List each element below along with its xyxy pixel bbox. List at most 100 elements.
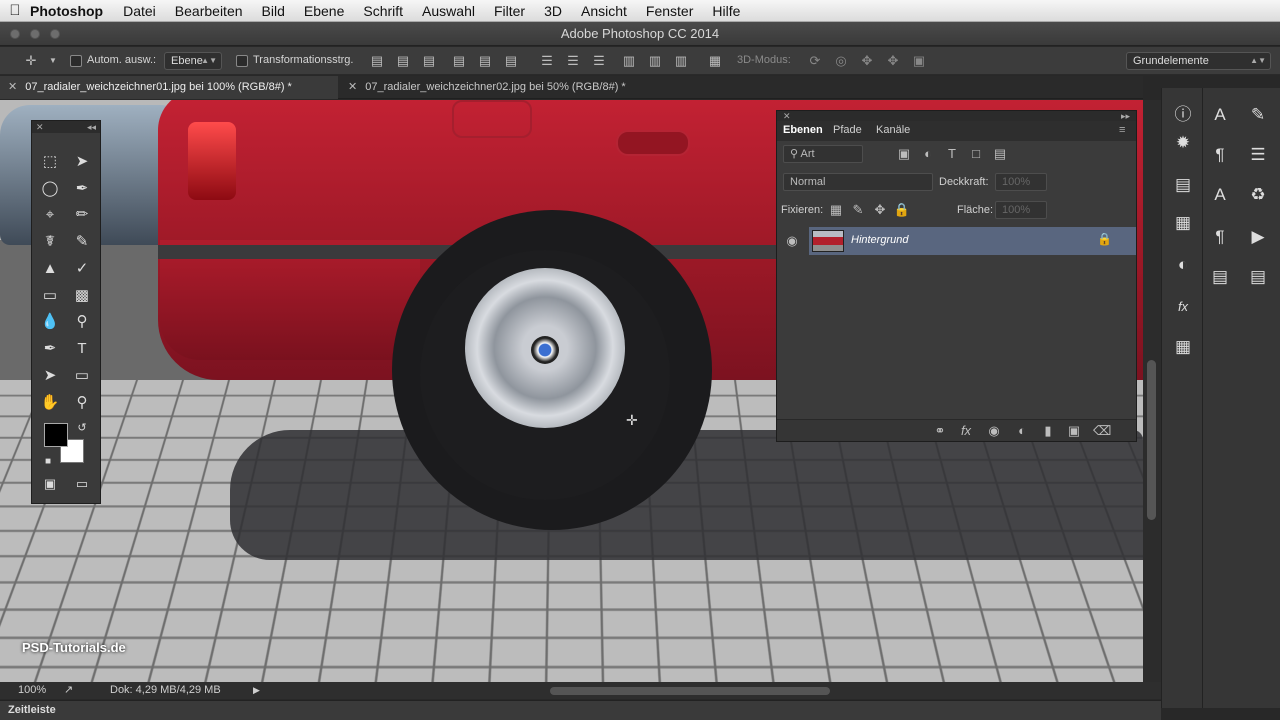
swap-colors-icon[interactable]: ↺ [70, 417, 94, 439]
lasso-tool-icon[interactable]: ◯ [38, 178, 62, 200]
foreground-color-swatch[interactable] [44, 423, 68, 447]
menu-bild[interactable]: Bild [262, 3, 285, 19]
properties-panel-icon[interactable]: ▤ [1207, 264, 1233, 290]
histogram-panel-icon[interactable]: ▤ [1170, 172, 1196, 198]
tab-kanaele[interactable]: Kanäle [876, 124, 910, 136]
auto-align-icon[interactable]: ▦ [706, 52, 724, 70]
filter-adjustment-icon[interactable]: ◐ [919, 145, 937, 163]
move-tool-icon[interactable]: ➤ [70, 151, 94, 173]
align-hcenter-icon[interactable]: ▤ [476, 52, 494, 70]
distribute-right-icon[interactable]: ▥ [672, 52, 690, 70]
new-adjustment-layer-icon[interactable]: ◐ [1013, 422, 1031, 440]
menu-ebene[interactable]: Ebene [304, 3, 344, 19]
timeline-panel-tab[interactable]: Zeitleiste [0, 700, 1161, 720]
panel-menu-icon[interactable]: ≡ [1119, 124, 1125, 136]
fill-input[interactable]: 100% [995, 201, 1047, 219]
quick-mask-icon[interactable]: ▣ [38, 473, 62, 495]
vertical-scrollbar[interactable] [1143, 100, 1161, 682]
paragraph-panel-icon[interactable]: ¶ [1207, 142, 1233, 168]
distribute-vcenter-icon[interactable]: ☰ [564, 52, 582, 70]
color-panel-icon[interactable]: ◐ [1170, 252, 1196, 278]
lock-all-icon[interactable]: 🔒 [893, 201, 911, 219]
distribute-left-icon[interactable]: ▥ [620, 52, 638, 70]
brush-settings-panel-icon[interactable]: ☰ [1245, 142, 1271, 168]
3d-roll-icon[interactable]: ◎ [832, 52, 850, 70]
healing-brush-tool-icon[interactable]: ☤ [38, 231, 62, 253]
align-bottom-icon[interactable]: ▤ [420, 52, 438, 70]
status-menu-arrow-icon[interactable]: ▶ [253, 682, 260, 699]
horizontal-scroll-thumb[interactable] [550, 687, 830, 695]
3d-rotate-icon[interactable]: ⟳ [806, 52, 824, 70]
character-styles-panel-icon[interactable]: A [1207, 182, 1233, 208]
zoom-window-button[interactable] [50, 29, 60, 39]
close-tab-icon[interactable]: ✕ [348, 81, 357, 93]
menu-bearbeiten[interactable]: Bearbeiten [175, 3, 243, 19]
layer-style-icon[interactable]: fx [957, 422, 975, 440]
quick-select-tool-icon[interactable]: ✒ [70, 178, 94, 200]
adjustments-panel-icon[interactable]: ▦ [1170, 210, 1196, 236]
character-panel-icon[interactable]: A [1207, 102, 1233, 128]
minimize-window-button[interactable] [30, 29, 40, 39]
close-tab-icon[interactable]: ✕ [8, 81, 17, 93]
new-group-icon[interactable]: ▮ [1039, 422, 1057, 440]
distribute-top-icon[interactable]: ☰ [538, 52, 556, 70]
new-layer-icon[interactable]: ▣ [1065, 422, 1083, 440]
move-tool-icon[interactable]: ✛ [22, 52, 40, 70]
distribute-bottom-icon[interactable]: ☰ [590, 52, 608, 70]
close-panel-icon[interactable]: ✕ [36, 122, 44, 132]
collapse-panel-icon[interactable]: ▸▸ [1121, 111, 1130, 121]
layers-panel-header[interactable]: ✕ ▸▸ [777, 111, 1136, 121]
menu-fenster[interactable]: Fenster [646, 3, 693, 19]
styles-panel-icon[interactable]: fx [1170, 294, 1196, 320]
zoom-tool-icon[interactable]: ⚲ [70, 392, 94, 414]
menu-schrift[interactable]: Schrift [363, 3, 403, 19]
type-tool-icon[interactable]: T [70, 338, 94, 360]
actions-panel-icon[interactable]: ▶ [1245, 224, 1271, 250]
rectangle-tool-icon[interactable]: ▭ [70, 365, 94, 387]
clone-stamp-tool-icon[interactable]: ▲ [38, 258, 62, 280]
gradient-tool-icon[interactable]: ▩ [70, 285, 94, 307]
lock-image-icon[interactable]: ✎ [849, 201, 867, 219]
paragraph-styles-panel-icon[interactable]: ¶ [1207, 224, 1233, 250]
menu-auswahl[interactable]: Auswahl [422, 3, 475, 19]
eyedropper-tool-icon[interactable]: ✏ [70, 204, 94, 226]
export-icon[interactable]: ↗ [64, 682, 73, 699]
align-top-icon[interactable]: ▤ [368, 52, 386, 70]
distribute-hcenter-icon[interactable]: ▥ [646, 52, 664, 70]
filter-shape-icon[interactable]: □ [967, 145, 985, 163]
collapse-panel-icon[interactable]: ◂◂ [87, 121, 96, 133]
tab-ebenen[interactable]: Ebenen [783, 124, 823, 136]
add-mask-icon[interactable]: ◉ [985, 422, 1003, 440]
layer-filter-dropdown[interactable]: ⚲ Art [783, 145, 863, 163]
eye-visibility-icon[interactable]: ◉ [783, 232, 801, 250]
align-right-icon[interactable]: ▤ [502, 52, 520, 70]
delete-layer-icon[interactable]: ⌫ [1093, 422, 1111, 440]
menu-ansicht[interactable]: Ansicht [581, 3, 627, 19]
align-left-icon[interactable]: ▤ [450, 52, 468, 70]
blend-mode-dropdown[interactable]: Normal [783, 173, 933, 191]
notes-panel-icon[interactable]: ▤ [1245, 264, 1271, 290]
navigator-panel-icon[interactable]: ✹ [1170, 130, 1196, 156]
default-colors-icon[interactable]: ■ [36, 451, 60, 473]
menu-datei[interactable]: Datei [123, 3, 156, 19]
filter-smart-object-icon[interactable]: ▤ [991, 145, 1009, 163]
tab-document-1[interactable]: ✕ 07_radialer_weichzeichner01.jpg bei 100… [0, 76, 338, 99]
menu-app-name[interactable]: Photoshop [30, 3, 103, 19]
blur-tool-icon[interactable]: 💧 [38, 311, 62, 333]
filter-type-icon[interactable]: T [943, 145, 961, 163]
tools-panel-header[interactable]: ✕ ◂◂ [32, 121, 100, 133]
history-brush-tool-icon[interactable]: ✓ [70, 258, 94, 280]
lock-transparency-icon[interactable]: ▦ [827, 201, 845, 219]
menu-filter[interactable]: Filter [494, 3, 525, 19]
workspace-dropdown[interactable]: Grundelemente ▲▼ [1126, 52, 1271, 70]
tab-pfade[interactable]: Pfade [833, 124, 862, 136]
close-panel-icon[interactable]: ✕ [783, 111, 791, 121]
opacity-input[interactable]: 100% [995, 173, 1047, 191]
layer-row-hintergrund[interactable]: Hintergrund 🔒 [809, 227, 1136, 255]
swatches-panel-icon[interactable]: ▦ [1170, 334, 1196, 360]
apple-icon[interactable]:  [0, 2, 30, 19]
brush-presets-panel-icon[interactable]: ✎ [1245, 102, 1271, 128]
brush-tool-icon[interactable]: ✎ [70, 231, 94, 253]
marquee-tool-icon[interactable]: ⬚ [38, 151, 62, 173]
align-vcenter-icon[interactable]: ▤ [394, 52, 412, 70]
